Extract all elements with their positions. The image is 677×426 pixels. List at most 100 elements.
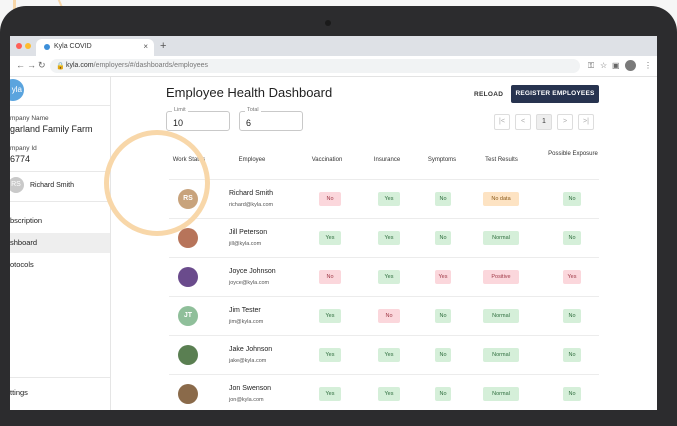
profile-avatar[interactable] bbox=[625, 60, 636, 71]
vaccination-status-badge: Yes bbox=[319, 348, 341, 362]
new-tab-button[interactable]: + bbox=[160, 40, 166, 52]
employee-avatar bbox=[178, 228, 198, 248]
total-field[interactable]: Total 6 bbox=[239, 107, 303, 131]
limit-label: Limit bbox=[172, 107, 188, 113]
table-row[interactable]: Jake Johnson jake@kyla.com Yes Yes No Normal N… bbox=[169, 335, 599, 374]
minimize-window-button[interactable] bbox=[25, 43, 31, 49]
employee-table: Work Status Employee Vaccination Insuran… bbox=[169, 143, 599, 410]
column-header-possible-exposure: Possible Exposure bbox=[548, 151, 598, 157]
reload-page-icon[interactable]: ↻ bbox=[38, 60, 46, 71]
extension-icon[interactable]: ▣ bbox=[612, 61, 620, 70]
symptoms-status-badge: No bbox=[435, 387, 451, 401]
address-bar-row: ← → ↻ 🔒 kyla.com/employers/#/dashboards/… bbox=[10, 56, 657, 77]
prev-page-button[interactable]: < bbox=[515, 114, 531, 130]
next-page-button[interactable]: > bbox=[557, 114, 573, 130]
star-icon[interactable]: ☆ bbox=[600, 61, 607, 70]
company-id: 6774 bbox=[10, 154, 31, 164]
total-value: 6 bbox=[246, 118, 252, 128]
employee-email: jon@kyla.com bbox=[229, 397, 264, 403]
sidebar-item-dashboard[interactable]: shboard bbox=[10, 233, 110, 253]
exposure-status-badge: No bbox=[563, 231, 581, 245]
favicon-icon bbox=[44, 44, 50, 50]
insurance-status-badge: Yes bbox=[378, 231, 400, 245]
exposure-status-badge: No bbox=[563, 192, 581, 206]
symptoms-status-badge: No bbox=[435, 309, 451, 323]
divider bbox=[10, 201, 110, 202]
symptoms-status-badge: No bbox=[435, 348, 451, 362]
main-content: Employee Health Dashboard RELOAD REGISTE… bbox=[111, 77, 657, 410]
divider bbox=[10, 105, 110, 106]
sidebar-item-settings[interactable]: ttings bbox=[10, 383, 110, 403]
vaccination-status-badge: Yes bbox=[319, 309, 341, 323]
exposure-status-badge: No bbox=[563, 309, 581, 323]
employee-name: Jake Johnson bbox=[229, 346, 273, 353]
reload-button[interactable]: RELOAD bbox=[474, 91, 503, 98]
highlight-circle bbox=[104, 130, 210, 236]
table-row[interactable]: Jill Peterson jill@kyla.com Yes Yes No Normal… bbox=[169, 218, 599, 257]
employee-avatar bbox=[178, 345, 198, 365]
laptop-bezel: Kyla COVID × + ← → ↻ 🔒 kyla.com/employer… bbox=[0, 6, 677, 426]
vaccination-status-badge: Yes bbox=[319, 231, 341, 245]
sidebar-item-protocols[interactable]: otocols bbox=[10, 255, 110, 275]
last-page-button[interactable]: >| bbox=[578, 114, 594, 130]
column-header-insurance: Insurance bbox=[373, 157, 401, 163]
test-status-badge: Normal bbox=[483, 387, 519, 401]
user-name: Richard Smith bbox=[30, 182, 74, 189]
forward-icon[interactable]: → bbox=[27, 60, 36, 70]
kyla-logo: yla bbox=[10, 79, 24, 101]
url-bar[interactable]: 🔒 kyla.com/employers/#/dashboards/employ… bbox=[50, 59, 580, 73]
employee-email: jim@kyla.com bbox=[229, 319, 264, 325]
symptoms-status-badge: Yes bbox=[435, 270, 451, 284]
browser-window: Kyla COVID × + ← → ↻ 🔒 kyla.com/employer… bbox=[10, 36, 657, 410]
divider bbox=[10, 377, 110, 378]
menu-icon[interactable]: ⋮ bbox=[644, 61, 652, 70]
user-avatar: RS bbox=[10, 177, 24, 193]
test-status-badge: Normal bbox=[483, 231, 519, 245]
exposure-status-badge: Yes bbox=[563, 270, 581, 284]
employee-email: jill@kyla.com bbox=[229, 241, 262, 247]
insurance-status-badge: Yes bbox=[378, 348, 400, 362]
insurance-status-badge: Yes bbox=[378, 192, 400, 206]
register-employees-button[interactable]: REGISTER EMPLOYEES bbox=[511, 85, 599, 103]
back-icon[interactable]: ← bbox=[16, 60, 25, 70]
table-row[interactable]: RS Richard Smith richard@kyla.com No Yes No No… bbox=[169, 179, 599, 218]
table-row[interactable]: Jon Swenson jon@kyla.com Yes Yes No Normal No bbox=[169, 374, 599, 410]
browser-tab[interactable]: Kyla COVID × bbox=[36, 39, 154, 56]
close-tab-icon[interactable]: × bbox=[143, 42, 148, 51]
tab-strip: Kyla COVID × + bbox=[10, 36, 657, 56]
company-name-label: mpany Name bbox=[10, 115, 49, 122]
test-status-badge: Normal bbox=[483, 309, 519, 323]
employee-name: Jim Tester bbox=[229, 307, 261, 314]
test-status-badge: Normal bbox=[483, 348, 519, 362]
sidebar-item-subscription[interactable]: bscription bbox=[10, 211, 110, 231]
employee-name: Jill Peterson bbox=[229, 229, 268, 236]
exposure-status-badge: No bbox=[563, 387, 581, 401]
sidebar: yla mpany Name garland Family Farm mpany… bbox=[10, 77, 111, 410]
first-page-button[interactable]: |< bbox=[494, 114, 510, 130]
company-name: garland Family Farm bbox=[10, 124, 93, 134]
divider bbox=[10, 171, 110, 172]
column-header-test-results: Test Results bbox=[485, 157, 518, 163]
employee-name: Richard Smith bbox=[229, 190, 273, 197]
table-row[interactable]: Joyce Johnson joyce@kyla.com No Yes Yes Posit… bbox=[169, 257, 599, 296]
insurance-status-badge: Yes bbox=[378, 387, 400, 401]
page-title: Employee Health Dashboard bbox=[166, 85, 333, 100]
company-id-label: mpany Id bbox=[10, 145, 37, 152]
employee-avatar: JT bbox=[178, 306, 198, 326]
limit-field[interactable]: Limit 10 bbox=[166, 107, 230, 131]
url-path: /employers/#/dashboards/employees bbox=[93, 62, 209, 69]
limit-value: 10 bbox=[173, 118, 184, 128]
symptoms-status-badge: No bbox=[435, 192, 451, 206]
current-page[interactable]: 1 bbox=[536, 114, 552, 130]
column-header-symptoms: Symptoms bbox=[427, 157, 457, 163]
close-window-button[interactable] bbox=[16, 43, 22, 49]
url-host: kyla.com bbox=[66, 62, 94, 69]
table-row[interactable]: JT Jim Tester jim@kyla.com Yes No No Normal No bbox=[169, 296, 599, 335]
vaccination-status-badge: No bbox=[319, 270, 341, 284]
vaccination-status-badge: No bbox=[319, 192, 341, 206]
vaccination-status-badge: Yes bbox=[319, 387, 341, 401]
employee-email: joyce@kyla.com bbox=[229, 280, 270, 286]
employee-name: Joyce Johnson bbox=[229, 268, 276, 275]
lock-icon: 🔒 bbox=[56, 63, 65, 70]
key-icon[interactable]: ⚿ bbox=[588, 61, 594, 71]
